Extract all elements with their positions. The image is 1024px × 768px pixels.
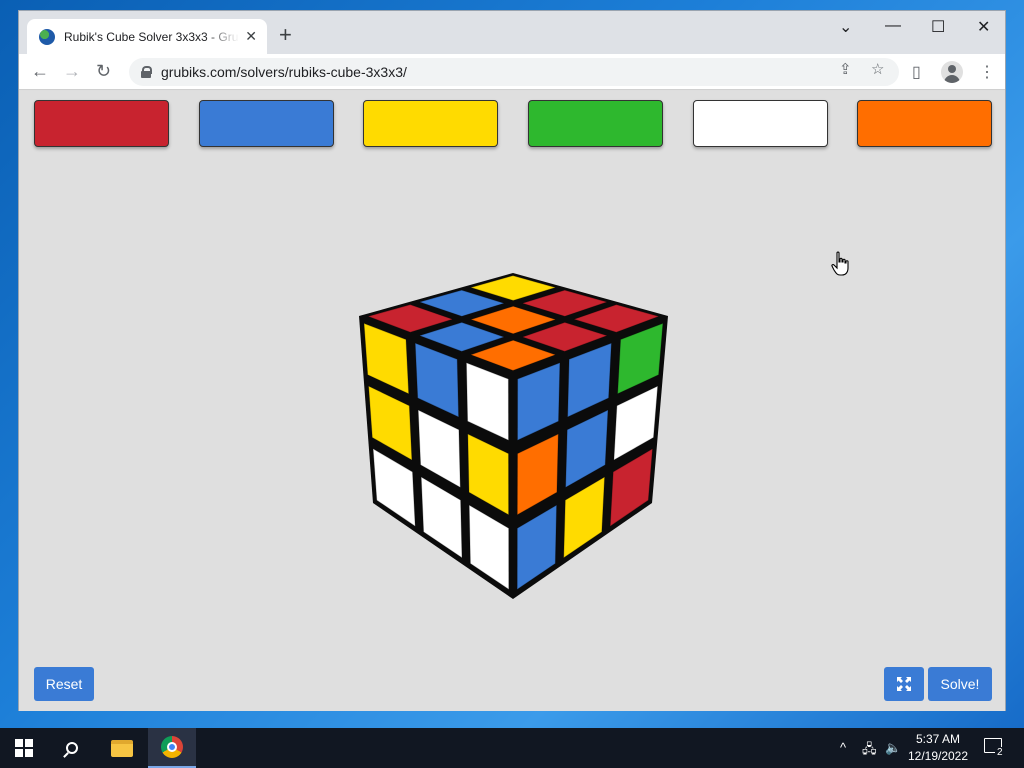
windows-taskbar: ^ 🖧 🔈 5:37 AM 12/19/2022 2 [0, 728, 1024, 768]
share-icon[interactable]: ⇪ [839, 60, 852, 78]
reload-icon[interactable]: ↻ [96, 61, 111, 81]
lock-icon[interactable] [141, 66, 152, 78]
tab-rubiks-solver[interactable]: Rubik's Cube Solver 3x3x3 - Grubiks ✕ [27, 19, 267, 54]
chrome-taskbar-button[interactable] [148, 728, 196, 768]
close-window-button[interactable]: ✕ [977, 17, 990, 37]
folder-icon [111, 739, 133, 757]
side-panel-icon[interactable]: ▯ [912, 62, 921, 82]
profile-icon[interactable] [941, 61, 963, 83]
tab-search-dropdown-icon[interactable]: ⌄ [839, 17, 852, 37]
system-clock[interactable]: 5:37 AM 12/19/2022 [906, 731, 970, 765]
tray-chevron-icon[interactable]: ^ [840, 740, 846, 755]
url-text[interactable]: grubiks.com/solvers/rubiks-cube-3x3x3/ [161, 64, 407, 80]
solve-button[interactable]: Solve! [928, 667, 992, 701]
address-bar[interactable]: grubiks.com/solvers/rubiks-cube-3x3x3/ [129, 58, 899, 86]
fullscreen-icon [897, 677, 911, 691]
rubiks-cube[interactable] [19, 91, 1005, 711]
volume-icon[interactable]: 🔈 [885, 740, 901, 756]
clock-time: 5:37 AM [915, 732, 961, 746]
reset-button[interactable]: Reset [34, 667, 94, 701]
tab-title: Rubik's Cube Solver 3x3x3 - Grubiks [64, 29, 239, 44]
search-button[interactable] [48, 728, 96, 768]
chrome-icon [161, 736, 183, 758]
maximize-button[interactable]: ☐ [931, 17, 945, 37]
browser-window: Rubik's Cube Solver 3x3x3 - Grubiks ✕ + … [18, 10, 1006, 711]
menu-icon[interactable]: ⋮ [979, 62, 995, 82]
new-tab-button[interactable]: + [279, 24, 292, 46]
start-button[interactable] [0, 728, 48, 768]
tab-close-icon[interactable]: ✕ [245, 28, 257, 45]
file-explorer-button[interactable] [98, 728, 146, 768]
globe-favicon-icon [39, 28, 55, 45]
back-icon[interactable]: ← [31, 61, 49, 81]
solver-page: Reset Solve! [19, 91, 1005, 711]
fullscreen-button[interactable] [884, 667, 924, 701]
network-icon[interactable]: 🖧 [862, 740, 877, 762]
browser-toolbar: ← → ↻ grubiks.com/solvers/rubiks-cube-3x… [19, 54, 1005, 90]
clock-date: 12/19/2022 [907, 749, 969, 763]
notification-count: 2 [995, 747, 1005, 758]
forward-icon[interactable]: → [63, 61, 81, 81]
star-icon[interactable]: ☆ [871, 60, 884, 78]
tab-strip: Rubik's Cube Solver 3x3x3 - Grubiks ✕ + … [19, 11, 1005, 54]
hand-cursor-icon [831, 251, 849, 276]
search-icon [66, 742, 78, 754]
windows-logo-icon [15, 739, 33, 757]
minimize-button[interactable]: — [885, 17, 901, 35]
